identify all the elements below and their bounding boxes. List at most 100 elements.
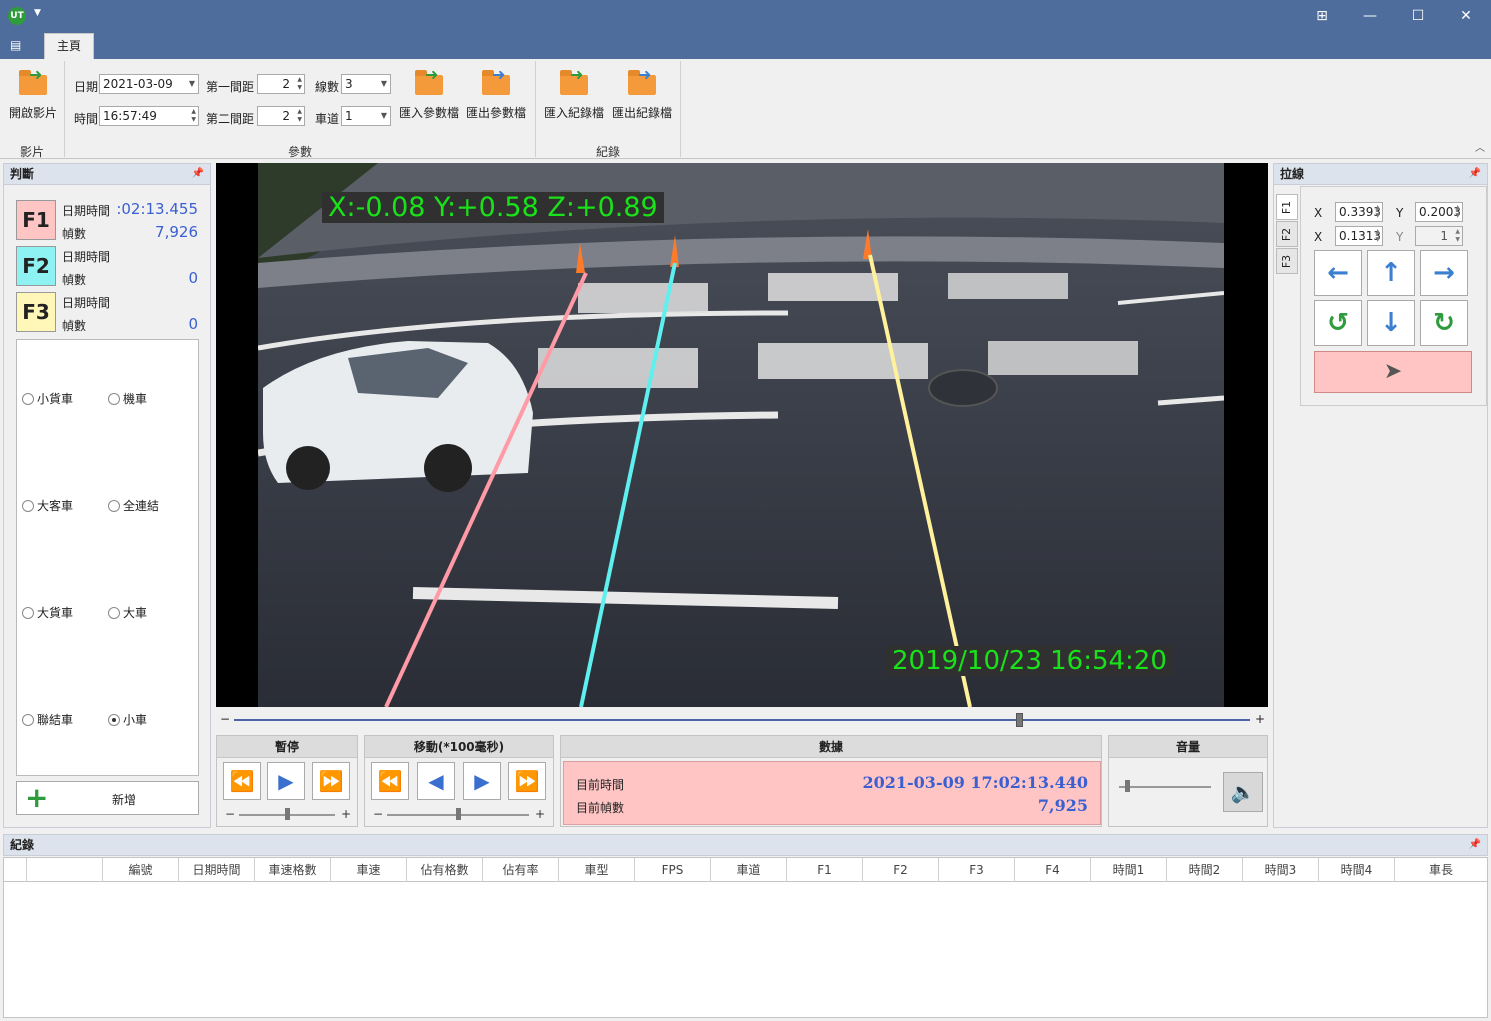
speed-slider-thumb[interactable] [285, 808, 290, 820]
column-header-occupancy-frames[interactable]: 佔有格數 [407, 858, 483, 882]
add-button[interactable]: + 新增 [16, 781, 199, 815]
app-menu-icon[interactable]: ▤ [10, 38, 34, 54]
column-header-time4[interactable]: 時間4 [1319, 858, 1395, 882]
speed-minus-icon[interactable]: − [225, 807, 235, 821]
radio-full-trailer[interactable]: 全連結 [108, 497, 159, 514]
column-header-vehicle-type[interactable]: 車型 [559, 858, 635, 882]
step-forward-fast-button[interactable]: ⏩ [508, 762, 546, 800]
seek-thumb[interactable] [1016, 713, 1024, 727]
f3-badge-button[interactable]: F3 [16, 292, 56, 332]
close-button[interactable]: ✕ [1442, 0, 1490, 33]
radio-semi-trailer[interactable]: 聯結車 [22, 711, 73, 728]
spin-arrows-icon[interactable]: ▲ ▼ [297, 108, 302, 124]
column-header-f3[interactable]: F3 [939, 858, 1015, 882]
f1-badge-button[interactable]: F1 [16, 200, 56, 240]
collapse-ribbon-icon[interactable]: ︿ [1475, 139, 1485, 154]
rotate-ccw-button[interactable]: ↺ [1314, 300, 1362, 346]
seek-plus-icon[interactable]: + [1255, 712, 1265, 726]
open-video-button[interactable]: ➜ 開啟影片 [6, 65, 60, 121]
column-header-select[interactable] [4, 858, 27, 882]
play-button[interactable]: ▶ [267, 762, 305, 800]
import-records-button[interactable]: ➜ 匯入紀錄檔 [541, 65, 607, 121]
column-header-speed-frames[interactable]: 車速格數 [255, 858, 331, 882]
volume-slider-thumb[interactable] [1125, 780, 1130, 792]
column-header-fps[interactable]: FPS [635, 858, 711, 882]
column-header-blank[interactable] [27, 858, 103, 882]
gap1-spinner[interactable]: 2 ▲ ▼ [257, 74, 305, 94]
rotate-cw-button[interactable]: ↻ [1420, 300, 1468, 346]
spin-arrows-icon[interactable]: ▲ ▼ [1375, 204, 1380, 220]
lane-combo[interactable]: 1 ▼ [341, 106, 391, 126]
export-params-button[interactable]: ➜ 匯出參數檔 [464, 65, 528, 121]
pin-icon[interactable]: 📌 [192, 164, 204, 184]
speed-plus-icon[interactable]: + [341, 807, 351, 821]
tab-f2[interactable]: F2 [1276, 221, 1298, 247]
column-header-f1[interactable]: F1 [787, 858, 863, 882]
lines-combo[interactable]: 3 ▼ [341, 74, 391, 94]
column-header-speed[interactable]: 車速 [331, 858, 407, 882]
column-header-id[interactable]: 編號 [103, 858, 179, 882]
step-forward-button[interactable]: ▶ [463, 762, 501, 800]
step-slider-thumb[interactable] [456, 808, 461, 820]
volume-slider[interactable] [1119, 786, 1211, 788]
column-header-f2[interactable]: F2 [863, 858, 939, 882]
seek-bar[interactable] [234, 719, 1250, 721]
video-frame[interactable] [216, 163, 1268, 707]
column-header-f4[interactable]: F4 [1015, 858, 1091, 882]
column-header-time2[interactable]: 時間2 [1167, 858, 1243, 882]
minimize-button[interactable]: — [1346, 0, 1394, 33]
export-records-button[interactable]: ➜ 匯出紀錄檔 [609, 65, 675, 121]
column-header-time3[interactable]: 時間3 [1243, 858, 1319, 882]
radio-small-truck[interactable]: 小貨車 [22, 390, 73, 407]
radio-large-truck[interactable]: 大貨車 [22, 604, 73, 621]
move-left-button[interactable]: ← [1314, 250, 1362, 296]
radio-bus[interactable]: 大客車 [22, 497, 73, 514]
radio-motorcycle[interactable]: 機車 [108, 390, 147, 407]
spin-arrows-icon[interactable]: ▲ ▼ [297, 76, 302, 92]
chevron-down-icon: ▼ [380, 79, 387, 88]
radio-dot [22, 607, 34, 619]
move-down-button[interactable]: ↓ [1367, 300, 1415, 346]
seek-minus-icon[interactable]: − [220, 712, 230, 726]
add-label: 新增 [112, 793, 137, 807]
pin-icon[interactable]: 📌 [1469, 835, 1481, 855]
restore-layout-icon[interactable]: ⊞ [1298, 0, 1346, 33]
spin-arrows-icon[interactable]: ▲ ▼ [191, 108, 196, 124]
spin-arrows-icon[interactable]: ▲ ▼ [1455, 204, 1460, 220]
rewind-fast-button[interactable]: ⏪ [223, 762, 261, 800]
f2-badge-button[interactable]: F2 [16, 246, 56, 286]
time-field[interactable]: 16:57:49 ▲ ▼ [99, 106, 199, 126]
time-value: 16:57:49 [103, 109, 157, 123]
step-back-button[interactable]: ◀ [417, 762, 455, 800]
quick-access-dropdown-icon[interactable]: ▼ [34, 8, 41, 18]
import-params-button[interactable]: ➜ 匯入參數檔 [397, 65, 461, 121]
column-header-time1[interactable]: 時間1 [1091, 858, 1167, 882]
step-back-fast-button[interactable]: ⏪ [371, 762, 409, 800]
tab-f3[interactable]: F3 [1276, 248, 1298, 274]
move-right-button[interactable]: → [1420, 250, 1468, 296]
column-header-occupancy-rate[interactable]: 佔有率 [483, 858, 559, 882]
pin-icon[interactable]: 📌 [1469, 164, 1481, 184]
pointer-select-button[interactable]: ➤ [1314, 351, 1472, 393]
spin-arrows-icon[interactable]: ▲ ▼ [1375, 228, 1380, 244]
tab-home[interactable]: 主頁 [44, 33, 94, 59]
column-header-datetime[interactable]: 日期時間 [179, 858, 255, 882]
speaker-mute-button[interactable]: 🔈 [1223, 772, 1263, 812]
row1-x-input[interactable]: 0.3393 ▲ ▼ [1335, 202, 1383, 222]
radio-small-car[interactable]: 小車 [108, 711, 147, 728]
column-header-vehicle-length[interactable]: 車長 [1395, 858, 1487, 882]
radio-dot [108, 607, 120, 619]
gap2-spinner[interactable]: 2 ▲ ▼ [257, 106, 305, 126]
move-up-button[interactable]: ↑ [1367, 250, 1415, 296]
date-picker[interactable]: 2021-03-09 ▼ [99, 74, 199, 94]
date-label: 日期 [74, 80, 99, 94]
row2-x-input[interactable]: 0.1313 ▲ ▼ [1335, 226, 1383, 246]
step-plus-icon[interactable]: + [535, 807, 545, 821]
forward-fast-button[interactable]: ⏩ [312, 762, 350, 800]
step-minus-icon[interactable]: − [373, 807, 383, 821]
row1-y-input[interactable]: 0.2003 ▲ ▼ [1415, 202, 1463, 222]
radio-large-vehicle[interactable]: 大車 [108, 604, 147, 621]
maximize-button[interactable]: ☐ [1394, 0, 1442, 33]
tab-f1[interactable]: F1 [1276, 194, 1298, 220]
column-header-lane[interactable]: 車道 [711, 858, 787, 882]
